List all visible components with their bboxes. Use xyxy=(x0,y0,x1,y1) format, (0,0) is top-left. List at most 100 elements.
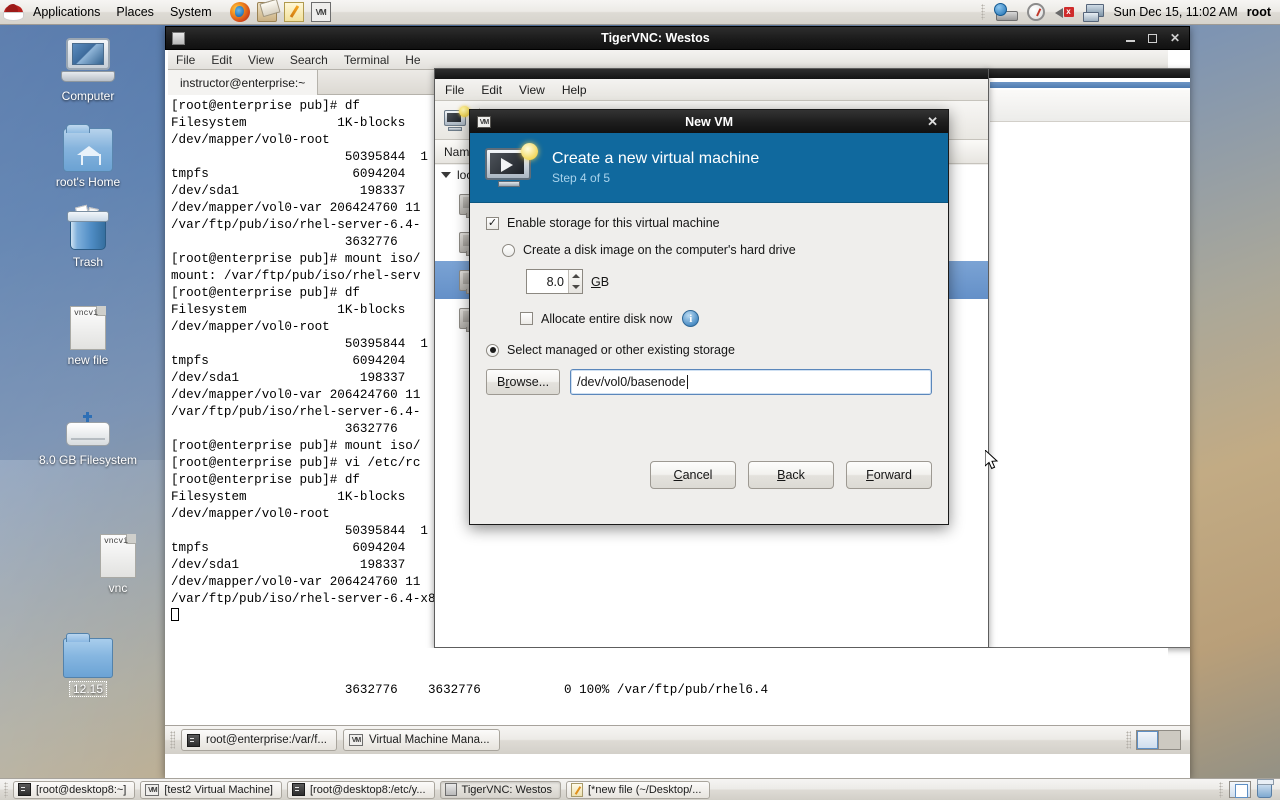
volume-muted-icon[interactable]: x xyxy=(1054,3,1074,21)
vmm-menu-edit[interactable]: Edit xyxy=(481,83,502,97)
create-disk-radio[interactable] xyxy=(502,243,515,257)
background-window[interactable]: ❯ xyxy=(985,68,1190,648)
host-taskbar: [root@desktop8:~] VM [test2 Virtual Mach… xyxy=(0,778,1280,800)
background-window-accent xyxy=(990,82,1190,88)
text-file-icon: vncvi xyxy=(28,300,148,350)
new-vm-icon[interactable] xyxy=(443,106,470,132)
enable-storage-label: Enable storage for this virtual machine xyxy=(507,216,720,230)
menu-applications[interactable]: Applications xyxy=(25,2,108,22)
workspace-switcher[interactable] xyxy=(1229,781,1251,798)
desktop-icon-home[interactable]: root's Home xyxy=(28,122,148,189)
taskbar-item-virt-manager[interactable]: VM Virtual Machine Mana... xyxy=(342,729,500,751)
new-vm-step-label: Step 4 of 5 xyxy=(552,170,611,185)
allocate-disk-checkbox[interactable] xyxy=(520,312,533,325)
vm-icon: VM xyxy=(145,783,160,796)
terminal-tab[interactable]: instructor@enterprise:~ xyxy=(168,70,319,95)
tigervnc-window: TigerVNC: Westos ✕ File Edit View Search… xyxy=(165,26,1190,778)
enable-storage-row[interactable]: ✓ Enable storage for this virtual machin… xyxy=(486,216,932,230)
desktop-icon-trash[interactable]: Trash xyxy=(28,202,148,269)
host-task-terminal-2[interactable]: [root@desktop8:/etc/y... xyxy=(287,780,435,799)
network-connection-icon[interactable] xyxy=(1082,3,1105,22)
system-monitor-icon[interactable] xyxy=(1026,3,1045,21)
close-icon[interactable]: ✕ xyxy=(927,114,948,130)
desktop-icon-new-file[interactable]: vncvi new file xyxy=(28,300,148,367)
home-folder-icon xyxy=(28,122,148,172)
host-task-gedit[interactable]: [*new file (~/Desktop/... xyxy=(566,780,711,799)
close-icon[interactable]: ✕ xyxy=(1170,31,1180,45)
trash-icon[interactable] xyxy=(1257,779,1274,798)
new-vm-titlebar[interactable]: VM New VM ✕ xyxy=(470,110,948,133)
redhat-logo-icon[interactable] xyxy=(3,1,25,23)
desktop-icon-filesystem[interactable]: 8.0 GB Filesystem xyxy=(28,400,148,467)
terminal-menu-file[interactable]: File xyxy=(176,53,195,67)
stepper-arrows[interactable] xyxy=(568,270,582,293)
background-window-toolbar: ❯ xyxy=(990,90,1190,122)
create-vm-icon xyxy=(485,142,538,190)
virt-manager-icon[interactable]: VM xyxy=(310,2,331,22)
select-existing-row[interactable]: Select managed or other existing storage xyxy=(486,343,932,357)
trash-icon xyxy=(28,202,148,252)
background-window-titlebar xyxy=(986,69,1190,78)
host-task-test2-vm[interactable]: VM [test2 Virtual Machine] xyxy=(140,780,282,799)
host-task-terminal-1[interactable]: [root@desktop8:~] xyxy=(13,780,136,799)
maximize-icon[interactable] xyxy=(1147,33,1157,43)
desktop-icon-folder-1215[interactable]: 12.15 xyxy=(28,628,148,697)
file-thumb-text: vncvi xyxy=(104,537,129,546)
forward-button[interactable]: Forward xyxy=(846,461,932,489)
usb-drive-icon xyxy=(28,400,148,450)
info-icon[interactable]: i xyxy=(682,310,700,327)
disk-size-row: 8.0 GB xyxy=(526,269,932,294)
taskbar-grip xyxy=(1219,781,1223,798)
new-vm-dialog-buttons: Cancel Back Forward xyxy=(470,447,948,503)
cancel-button[interactable]: Cancel xyxy=(650,461,736,489)
gedit-icon[interactable] xyxy=(283,2,304,22)
host-task-label: [root@desktop8:~] xyxy=(36,783,127,796)
storage-path-input[interactable]: /dev/vol0/basenode xyxy=(570,369,932,395)
expander-icon[interactable] xyxy=(441,172,451,178)
panel-clock[interactable]: Sun Dec 15, 11:02 AM xyxy=(1114,5,1238,19)
workspace-switcher[interactable] xyxy=(1136,730,1181,750)
minimize-icon[interactable] xyxy=(1125,35,1135,42)
firefox-icon[interactable] xyxy=(229,2,250,22)
terminal-menu-edit[interactable]: Edit xyxy=(211,53,232,67)
taskbar-item-terminal[interactable]: root@enterprise:/var/f... xyxy=(181,729,337,751)
terminal-menu-view[interactable]: View xyxy=(248,53,274,67)
help-icon[interactable] xyxy=(256,2,277,22)
text-caret xyxy=(686,375,688,389)
back-button[interactable]: Back xyxy=(748,461,834,489)
enable-storage-checkbox[interactable]: ✓ xyxy=(486,216,499,230)
select-existing-label: Select managed or other existing storage xyxy=(507,343,735,357)
host-task-tigervnc[interactable]: TigerVNC: Westos xyxy=(439,780,561,799)
vmm-menu-help[interactable]: Help xyxy=(562,83,587,97)
taskbar-item-label: root@enterprise:/var/f... xyxy=(206,734,327,746)
virt-manager-titlebar[interactable] xyxy=(435,69,988,79)
terminal-menu-search[interactable]: Search xyxy=(290,53,328,67)
storage-path-row: Br owse... /dev/vol0/basenode xyxy=(486,369,932,395)
create-disk-row[interactable]: Create a disk image on the computer's ha… xyxy=(502,243,932,257)
disk-size-unit: GB xyxy=(591,274,610,289)
computer-icon xyxy=(28,36,148,86)
disk-size-value[interactable]: 8.0 xyxy=(527,275,568,289)
menu-places[interactable]: Places xyxy=(108,2,162,22)
menu-system[interactable]: System xyxy=(162,2,220,22)
desktop-icon-computer[interactable]: Computer xyxy=(28,36,148,103)
vmm-menu-view[interactable]: View xyxy=(519,83,545,97)
window-icon xyxy=(172,31,185,45)
terminal-icon xyxy=(292,783,305,796)
allocate-disk-row[interactable]: Allocate entire disk now i xyxy=(520,310,932,327)
panel-username[interactable]: root xyxy=(1247,5,1271,19)
select-existing-radio[interactable] xyxy=(486,343,499,357)
desktop-icon-vnc[interactable]: vncvi vnc xyxy=(58,528,178,595)
new-vm-header: Create a new virtual machine Step 4 of 5 xyxy=(470,133,948,203)
tigervnc-titlebar[interactable]: TigerVNC: Westos ✕ xyxy=(165,26,1190,50)
terminal-cursor xyxy=(171,608,179,621)
disk-size-stepper[interactable]: 8.0 xyxy=(526,269,583,294)
vmm-menu-file[interactable]: File xyxy=(445,83,464,97)
create-disk-label: Create a disk image on the computer's ha… xyxy=(523,243,796,257)
terminal-menu-help[interactable]: He xyxy=(405,53,420,67)
browse-button[interactable]: Br owse... xyxy=(486,369,561,395)
network-monitor-icon[interactable] xyxy=(993,3,1018,21)
taskbar-grip xyxy=(4,781,8,798)
terminal-menu-terminal[interactable]: Terminal xyxy=(344,53,389,67)
desktop-icon-label: Computer xyxy=(61,89,115,103)
